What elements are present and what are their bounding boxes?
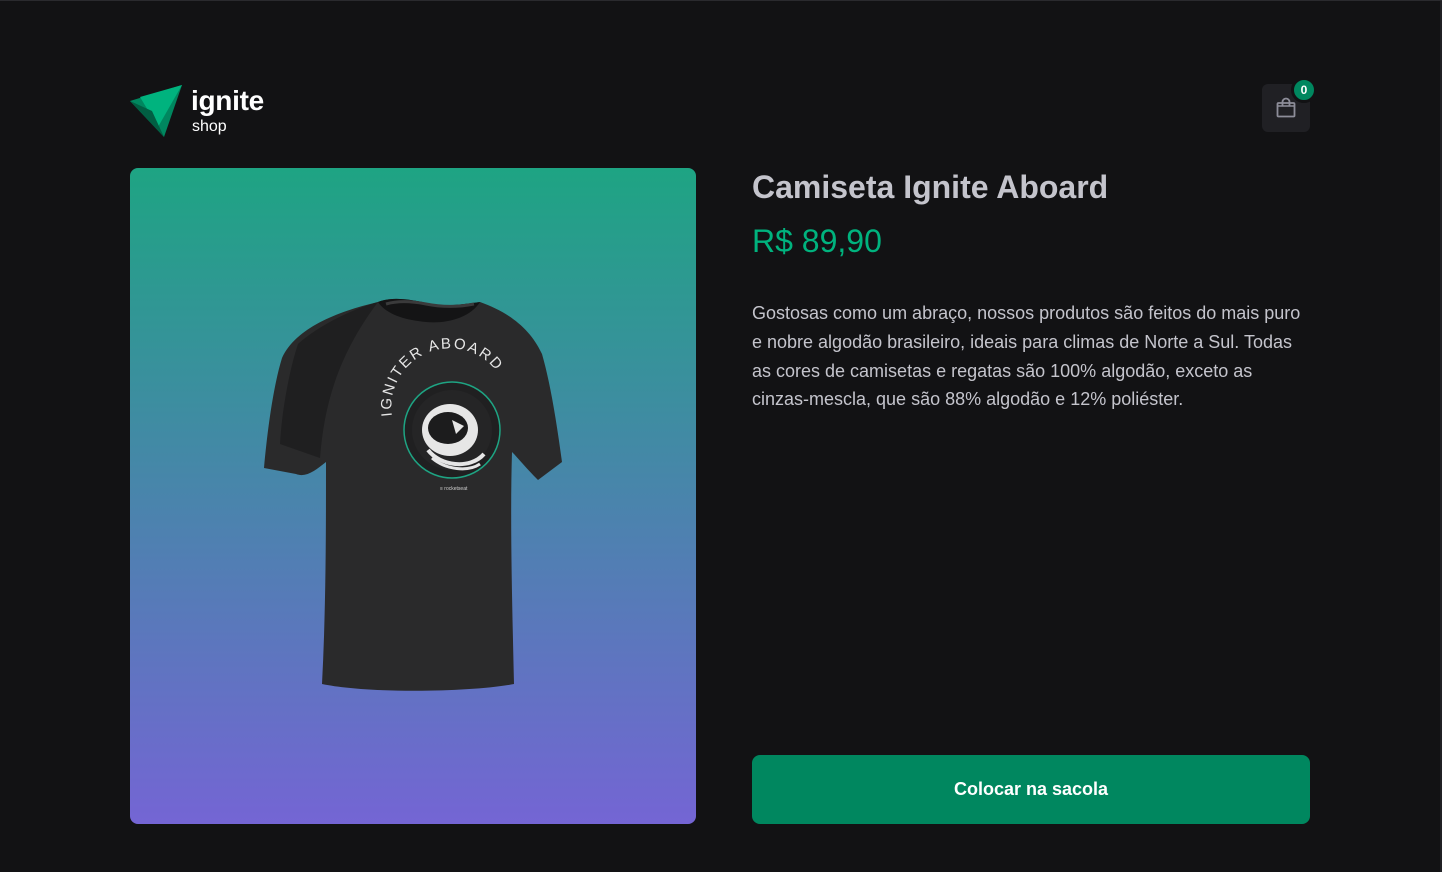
brand-logo[interactable]: ignite shop	[130, 83, 270, 139]
site-header: ignite shop 0	[130, 77, 1317, 139]
product-details: Camiseta Ignite Aboard R$ 89,90 Gostosas…	[752, 168, 1310, 824]
product-image: IGNITER ABOARD ≡ rocketseat	[264, 298, 562, 691]
logo-wordmark: ignite	[191, 85, 264, 116]
product-title: Camiseta Ignite Aboard	[752, 169, 1109, 205]
product-image-panel: IGNITER ABOARD ≡ rocketseat	[130, 168, 696, 824]
svg-text:≡ rocketseat: ≡ rocketseat	[440, 486, 468, 492]
ignite-logo-icon	[130, 85, 182, 137]
cart-count-badge: 0	[1291, 77, 1317, 103]
product-price: R$ 89,90	[752, 223, 882, 259]
logo-subtitle: shop	[192, 118, 227, 135]
add-to-bag-button[interactable]: Colocar na sacola	[752, 755, 1310, 824]
cart-button[interactable]: 0	[1262, 77, 1317, 132]
product-description: Gostosas como um abraço, nossos produtos…	[752, 303, 1301, 410]
product-page: ignite shop 0 IGNITER ABOARD ≡ rocketsea…	[0, 0, 1442, 872]
